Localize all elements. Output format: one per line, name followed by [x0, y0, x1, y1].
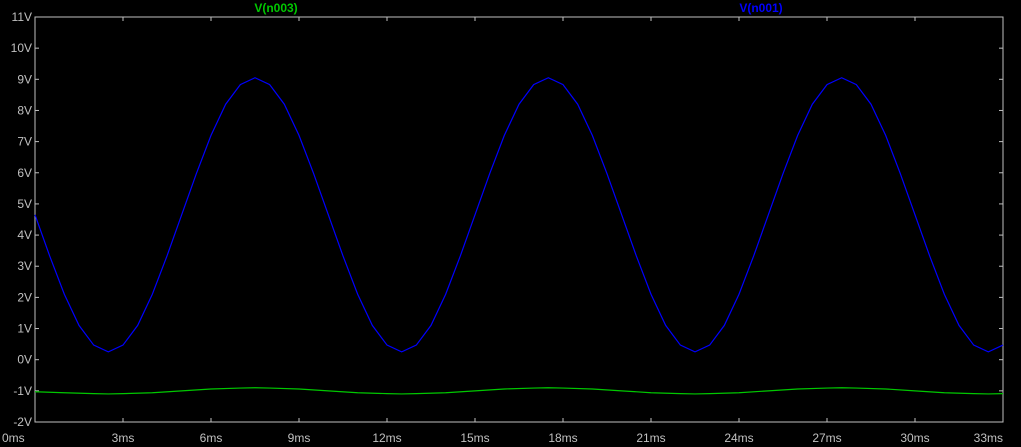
x-tick-label: 9ms: [288, 431, 311, 445]
x-tick-label: 6ms: [200, 431, 223, 445]
y-tick-label: 10V: [11, 41, 32, 55]
x-tick-label: 33ms: [974, 431, 1003, 445]
x-tick-label: 15ms: [460, 431, 489, 445]
plot-background: [0, 0, 1021, 447]
y-tick-label: 0V: [17, 353, 32, 367]
trace-label[interactable]: V(n003): [254, 1, 297, 15]
y-tick-label: 1V: [17, 322, 32, 336]
y-tick-label: -2V: [13, 415, 32, 429]
y-tick-label: -1V: [13, 384, 32, 398]
x-tick-label: 21ms: [636, 431, 665, 445]
y-tick-label: 3V: [17, 259, 32, 273]
x-tick-label: 3ms: [112, 431, 135, 445]
y-tick-label: 11V: [12, 10, 32, 24]
x-tick-label: 27ms: [812, 431, 841, 445]
x-tick-label: 18ms: [548, 431, 577, 445]
y-tick-label: 2V: [17, 290, 32, 304]
trace-label[interactable]: V(n001): [739, 1, 782, 15]
y-tick-label: 5V: [17, 197, 32, 211]
x-tick-label: 30ms: [900, 431, 929, 445]
waveform-plot[interactable]: -2V -1V 0V 1V 2V 3V 4V 5V 6V 7V 8V 9V 10V 11V 0ms 3ms 6…: [0, 0, 1021, 447]
y-tick-label: 8V: [17, 103, 32, 117]
y-tick-label: 4V: [17, 228, 32, 242]
x-tick-label: 0ms: [2, 431, 25, 445]
x-tick-label: 24ms: [724, 431, 753, 445]
y-tick-label: 9V: [17, 72, 32, 86]
y-tick-label: 6V: [17, 166, 32, 180]
y-tick-label: 7V: [17, 135, 32, 149]
x-tick-label: 12ms: [372, 431, 401, 445]
